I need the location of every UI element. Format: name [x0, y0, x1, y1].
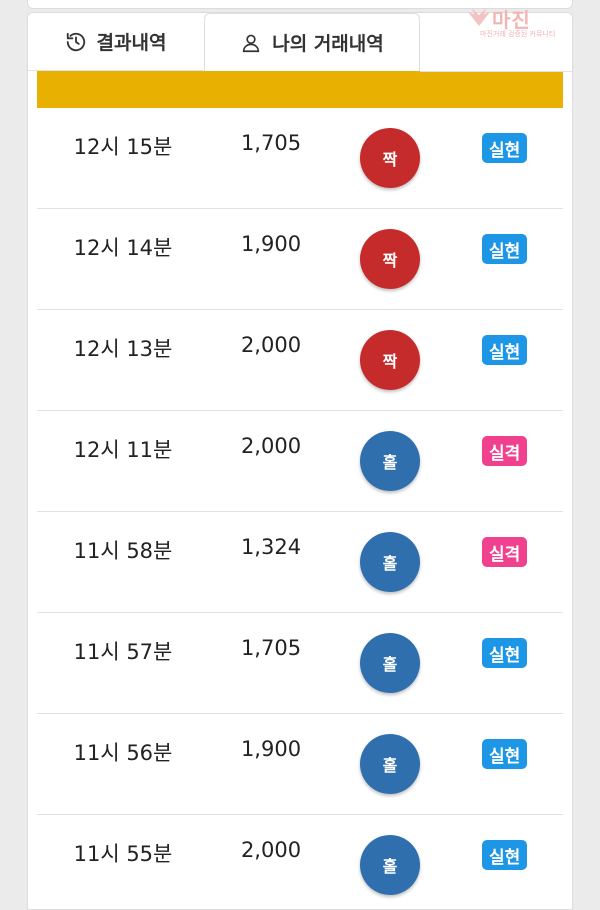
result-ball: 짝: [360, 128, 420, 188]
status-badge: 실현: [482, 133, 528, 163]
result-ball: 홀: [360, 633, 420, 693]
watermark-subtitle: 마진거래 검증된 커뮤니티: [480, 30, 556, 38]
trade-time: 11시 58분: [73, 539, 173, 563]
tab-results-label: 결과내역: [96, 32, 167, 54]
tab-my-trades[interactable]: 나의 거래내역: [204, 13, 420, 71]
result-ball: 홀: [360, 532, 420, 592]
trade-row: 11시 56분 1,900 홀 실현: [37, 714, 563, 815]
table-header: [37, 71, 563, 108]
history-icon: [65, 31, 87, 53]
trade-time: 12시 15분: [73, 135, 173, 159]
trade-time: 11시 56분: [73, 741, 173, 765]
trade-amount: 2,000: [240, 333, 302, 357]
trade-time: 11시 57분: [73, 640, 173, 664]
result-ball: 홀: [360, 835, 420, 895]
site-watermark: 마진 마진거래 검증된 커뮤니티: [466, 4, 592, 38]
result-ball: 홀: [360, 734, 420, 794]
status-badge: 실현: [482, 335, 528, 365]
result-ball: 홀: [360, 431, 420, 491]
trade-amount: 1,705: [240, 131, 302, 155]
status-badge: 실격: [482, 436, 528, 466]
trade-row: 11시 57분 1,705 홀 실현: [37, 613, 563, 714]
trade-time: 11시 55분: [73, 842, 173, 866]
trade-amount: 1,900: [240, 737, 302, 761]
trade-amount: 1,324: [240, 535, 302, 559]
trade-row: 12시 15분 1,705 짝 실현: [37, 108, 563, 209]
trade-row: 11시 55분 2,000 홀 실현: [37, 815, 563, 909]
trade-amount: 2,000: [240, 434, 302, 458]
result-ball: 짝: [360, 330, 420, 390]
status-badge: 실격: [482, 537, 528, 567]
trade-time: 12시 14분: [73, 236, 173, 260]
trade-amount: 2,000: [240, 838, 302, 862]
trade-history-panel: 결과내역 나의 거래내역 12시 15분 1,705 짝 실현 12시 14분 1,900…: [27, 12, 573, 910]
trade-time: 12시 13분: [73, 337, 173, 361]
tab-my-trades-label: 나의 거래내역: [272, 33, 384, 55]
status-badge: 실현: [482, 638, 528, 668]
trade-row: 12시 14분 1,900 짝 실현: [37, 209, 563, 310]
wing-logo-icon: [468, 8, 490, 26]
trade-time: 12시 11분: [73, 438, 173, 462]
status-badge: 실현: [482, 840, 528, 870]
trade-row: 12시 11분 2,000 홀 실격: [37, 411, 563, 512]
trade-row: 12시 13분 2,000 짝 실현: [37, 310, 563, 411]
status-badge: 실현: [482, 739, 528, 769]
result-ball: 짝: [360, 229, 420, 289]
trade-amount: 1,705: [240, 636, 302, 660]
user-icon: [240, 32, 262, 54]
tab-results[interactable]: 결과내역: [28, 13, 203, 71]
status-badge: 실현: [482, 234, 528, 264]
trade-row: 11시 58분 1,324 홀 실격: [37, 512, 563, 613]
trade-amount: 1,900: [240, 232, 302, 256]
